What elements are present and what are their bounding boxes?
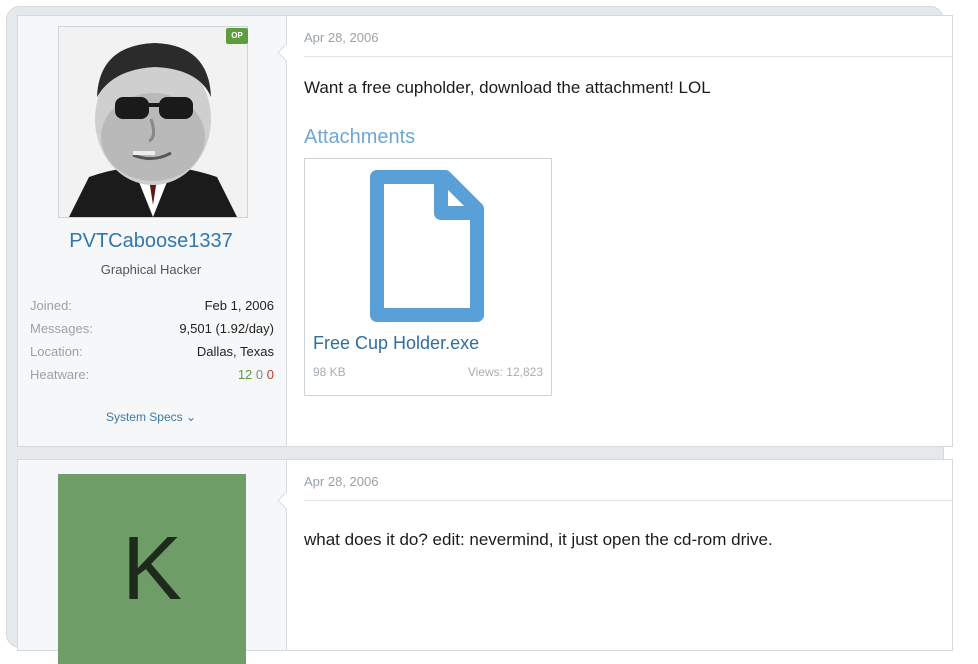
- heatware-positive: 12: [237, 367, 253, 382]
- stat-label: Location:: [30, 344, 83, 359]
- stat-messages: Messages: 9,501 (1.92/day): [30, 317, 274, 340]
- attachment-size: 98 KB: [313, 365, 346, 379]
- post-content: Apr 28, 2006 Want a free cupholder, down…: [304, 16, 952, 446]
- attachment-meta: 98 KB Views: 12,823: [313, 365, 543, 379]
- username[interactable]: PVTCaboose1337: [18, 230, 284, 253]
- user-stats: Joined: Feb 1, 2006 Messages: 9,501 (1.9…: [30, 294, 274, 386]
- attachment-card[interactable]: Free Cup Holder.exe 98 KB Views: 12,823: [304, 158, 552, 396]
- system-specs-toggle[interactable]: System Specs ⌄: [18, 410, 284, 424]
- stat-value: Dallas, Texas: [196, 344, 274, 359]
- attachment-views: Views: 12,823: [467, 365, 543, 379]
- avatar[interactable]: [58, 26, 248, 218]
- stat-label: Heatware:: [30, 367, 90, 382]
- avatar-image: [59, 27, 247, 217]
- attachment-filename[interactable]: Free Cup Holder.exe: [313, 333, 479, 354]
- post-date[interactable]: Apr 28, 2006: [304, 474, 378, 489]
- avatar[interactable]: K: [58, 474, 246, 664]
- user-info-panel: K: [18, 460, 287, 664]
- post-content: Apr 28, 2006 what does it do? edit: neve…: [304, 460, 952, 650]
- user-info-panel: OP PVTCaboose1337 Graphical Hacker Joine…: [18, 16, 287, 446]
- file-icon: [370, 170, 484, 322]
- op-badge: OP: [226, 28, 248, 44]
- post-date[interactable]: Apr 28, 2006: [304, 30, 378, 45]
- divider: [304, 56, 952, 57]
- heatware-score[interactable]: 12 0 0: [238, 367, 274, 382]
- thread-frame: OP PVTCaboose1337 Graphical Hacker Joine…: [6, 6, 953, 664]
- user-title: Graphical Hacker: [100, 262, 202, 277]
- stat-label: Joined:: [30, 298, 72, 313]
- divider: [304, 500, 952, 501]
- post-message: Want a free cupholder, download the atta…: [304, 78, 711, 97]
- post-1: OP PVTCaboose1337 Graphical Hacker Joine…: [17, 15, 953, 447]
- stat-value: 9,501 (1.92/day): [179, 321, 274, 336]
- stat-label: Messages:: [30, 321, 93, 336]
- post-2: K Apr 28, 2006 what does it do? edit: ne…: [17, 459, 953, 664]
- heatware-neutral: 0: [255, 367, 264, 382]
- stat-heatware: Heatware: 12 0 0: [30, 363, 274, 386]
- heatware-negative: 0: [266, 367, 274, 382]
- stat-location: Location: Dallas, Texas: [30, 340, 274, 363]
- post-message: what does it do? edit: nevermind, it jus…: [304, 530, 773, 549]
- stat-value: Feb 1, 2006: [204, 298, 274, 313]
- stat-joined: Joined: Feb 1, 2006: [30, 294, 274, 317]
- attachments-heading: Attachments: [304, 126, 416, 148]
